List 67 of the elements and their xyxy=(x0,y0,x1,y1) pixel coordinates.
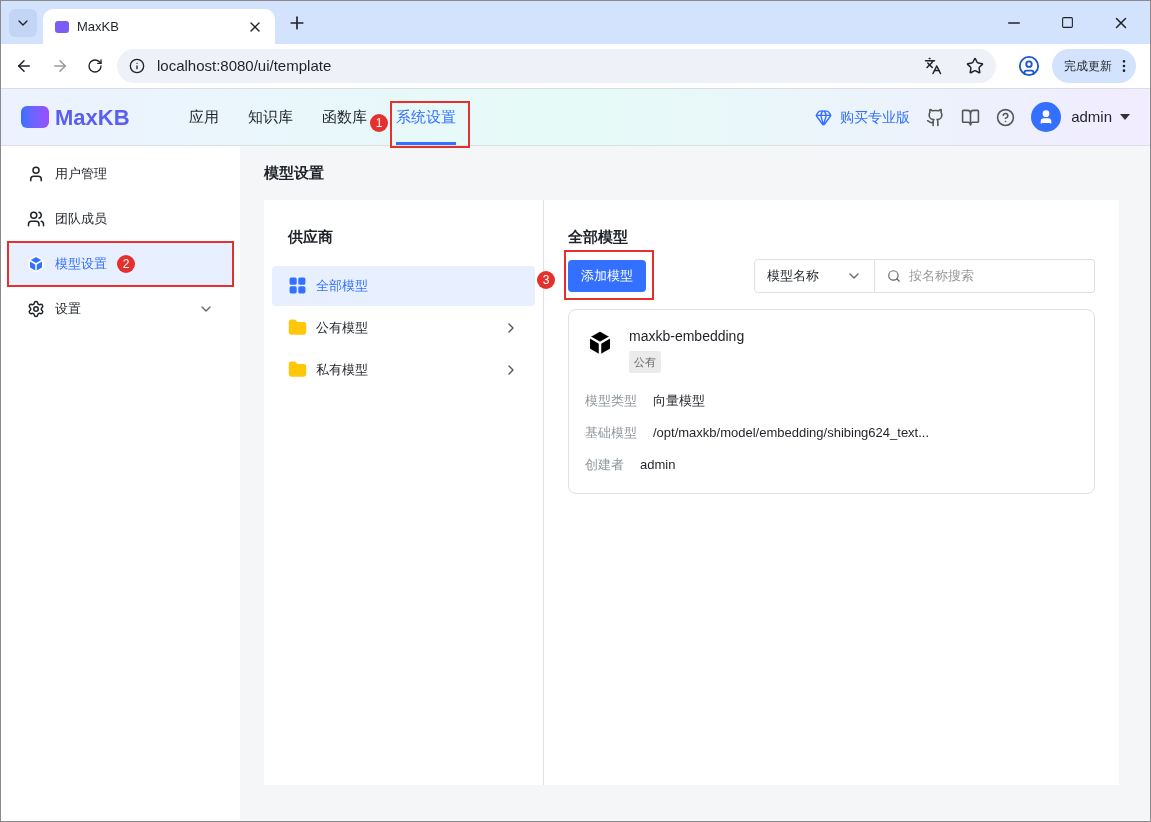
provider-label: 公有模型 xyxy=(316,318,369,337)
browser-tab[interactable]: MaxKB xyxy=(43,9,275,44)
filter-select[interactable]: 模型名称 xyxy=(754,258,875,293)
field-value: admin xyxy=(640,456,676,475)
info-icon xyxy=(128,58,145,74)
annotation-number-badge: 2 xyxy=(117,255,135,273)
caret-icon xyxy=(1120,114,1130,120)
maximize-icon[interactable] xyxy=(1061,16,1074,29)
user-icon xyxy=(27,165,45,183)
reload-icon[interactable] xyxy=(86,58,103,74)
sidebar-item[interactable]: 设置 xyxy=(9,288,232,330)
field-value: /opt/maxkb/model/embedding/shibing624_text... xyxy=(653,424,930,443)
sidebar-label: 团队成员 xyxy=(55,210,107,229)
translate-icon[interactable] xyxy=(924,57,943,75)
github-icon[interactable] xyxy=(926,107,946,127)
provider-label: 全部模型 xyxy=(316,276,369,295)
buy-pro-link[interactable]: 购买专业版 xyxy=(815,106,911,128)
sidebar-label: 用户管理 xyxy=(55,165,107,184)
nav-tab[interactable]: 应用 xyxy=(189,89,219,145)
provider-item[interactable]: 私有模型 xyxy=(272,349,535,390)
sidebar-item[interactable]: 团队成员 xyxy=(9,198,232,240)
model-card[interactable]: maxkb-embedding 公有 模型类型 向量模型 基础模型 /opt/maxkb/model/embedding/shibing624_text... 创建者 admin xyxy=(568,308,1095,494)
user-menu-button[interactable]: admin xyxy=(1071,105,1130,129)
nav-tab[interactable]: 知识库 xyxy=(248,89,293,145)
sidebar-label: 设置 xyxy=(55,300,81,319)
folder-icon xyxy=(288,360,307,379)
folder-icon xyxy=(288,318,307,337)
address-field[interactable]: localhost:8080/ui/template xyxy=(116,49,997,83)
nav-tab[interactable]: 函数库 xyxy=(322,89,367,145)
provider-title: 供应商 xyxy=(286,227,334,247)
field-label: 模型类型 xyxy=(585,392,637,411)
nav-tab[interactable]: 系统设置 xyxy=(396,89,456,145)
update-button[interactable]: 完成更新 xyxy=(1052,49,1136,83)
back-icon[interactable] xyxy=(15,57,33,75)
provider-label: 私有模型 xyxy=(316,360,369,379)
sidebar-item[interactable]: 模型设置 2 xyxy=(9,243,232,285)
users-icon xyxy=(27,210,45,228)
annotation-number-badge: 1 xyxy=(370,114,388,132)
diamond-icon xyxy=(815,108,833,126)
provider-item[interactable]: 全部模型 xyxy=(272,265,535,306)
field-label: 基础模型 xyxy=(585,424,637,443)
field-value: 向量模型 xyxy=(653,392,705,411)
section-title: 全部模型 xyxy=(568,227,629,247)
help-icon[interactable] xyxy=(996,107,1016,127)
book-icon[interactable] xyxy=(961,107,981,127)
tab-title: MaxKB xyxy=(77,17,120,36)
logo-text: MaxKB xyxy=(55,103,130,132)
grid-icon xyxy=(288,276,307,295)
star-icon[interactable] xyxy=(966,57,985,75)
page-title: 模型设置 xyxy=(264,162,325,183)
model-name: maxkb-embedding xyxy=(629,326,745,346)
sidebar-item[interactable]: 用户管理 xyxy=(9,153,232,195)
url-text: localhost:8080/ui/template xyxy=(156,55,333,76)
sidebar-label: 模型设置 xyxy=(55,255,107,274)
add-model-button[interactable]: 添加模型 xyxy=(568,259,646,292)
provider-item[interactable]: 公有模型 xyxy=(272,307,535,348)
field-label: 创建者 xyxy=(585,456,624,475)
search-field[interactable]: 按名称搜索 xyxy=(875,258,1095,293)
avatar-icon xyxy=(1031,102,1062,132)
tab-list-button[interactable] xyxy=(9,8,37,37)
settings-icon xyxy=(27,300,45,318)
search-icon xyxy=(887,268,901,283)
forward-icon[interactable] xyxy=(51,57,69,75)
cube-icon xyxy=(27,255,45,273)
annotation-number-badge: 3 xyxy=(537,270,555,289)
model-tag: 公有 xyxy=(629,350,661,373)
profile-icon[interactable] xyxy=(1018,55,1040,77)
